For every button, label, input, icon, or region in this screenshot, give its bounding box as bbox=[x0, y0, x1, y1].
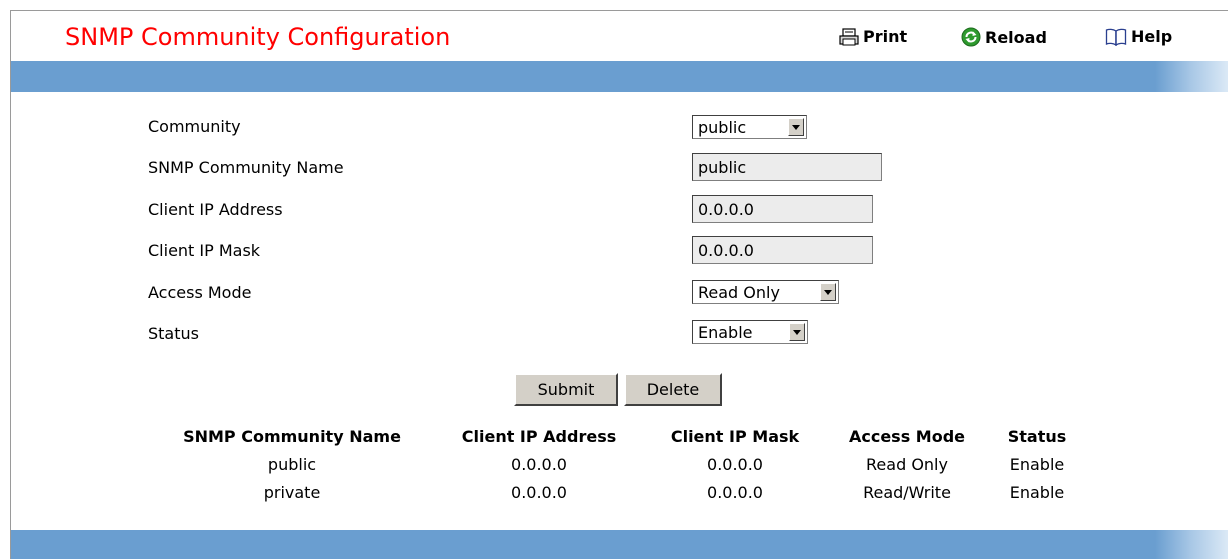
column-header-mask: Client IP Mask bbox=[670, 427, 800, 446]
client-mask-input[interactable] bbox=[692, 236, 873, 264]
status-select-value: Enable bbox=[698, 322, 753, 342]
print-button[interactable]: Print bbox=[839, 27, 907, 46]
access-mode-select-value: Read Only bbox=[698, 282, 780, 302]
status-label: Status bbox=[148, 324, 199, 343]
client-ip-input[interactable] bbox=[692, 195, 873, 223]
cell-ip: 0.0.0.0 bbox=[511, 483, 567, 502]
column-header-access: Access Mode bbox=[848, 427, 966, 446]
chevron-down-icon[interactable] bbox=[820, 283, 836, 301]
print-label: Print bbox=[863, 27, 908, 46]
cell-name: public bbox=[267, 455, 317, 474]
page-title: SNMP Community Configuration bbox=[65, 23, 451, 51]
column-header-ip: Client IP Address bbox=[461, 427, 617, 446]
chevron-down-icon[interactable] bbox=[789, 323, 805, 341]
community-select-value: public bbox=[698, 117, 747, 137]
footer-bar bbox=[11, 530, 1228, 559]
cell-access: Read Only bbox=[866, 455, 948, 474]
access-mode-label: Access Mode bbox=[148, 283, 252, 302]
header-bar bbox=[11, 61, 1228, 92]
access-mode-select[interactable]: Read Only bbox=[692, 280, 839, 304]
reload-button[interactable]: Reload bbox=[961, 27, 1047, 47]
help-label: Help bbox=[1131, 27, 1173, 46]
community-name-input[interactable] bbox=[692, 153, 882, 181]
submit-button[interactable]: Submit bbox=[514, 373, 618, 406]
help-button[interactable]: Help bbox=[1105, 27, 1172, 46]
cell-mask: 0.0.0.0 bbox=[707, 483, 763, 502]
cell-access: Read/Write bbox=[863, 483, 951, 502]
client-mask-label: Client IP Mask bbox=[148, 241, 261, 260]
cell-status: Enable bbox=[1009, 455, 1065, 474]
printer-icon bbox=[839, 27, 859, 45]
cell-status: Enable bbox=[1009, 483, 1065, 502]
column-header-name: SNMP Community Name bbox=[183, 427, 401, 446]
community-label: Community bbox=[148, 117, 241, 136]
cell-ip: 0.0.0.0 bbox=[511, 455, 567, 474]
reload-label: Reload bbox=[985, 27, 1047, 47]
cell-mask: 0.0.0.0 bbox=[707, 455, 763, 474]
status-select[interactable]: Enable bbox=[692, 320, 808, 344]
cell-name: private bbox=[263, 483, 321, 502]
chevron-down-icon[interactable] bbox=[788, 118, 804, 136]
community-select[interactable]: public bbox=[692, 115, 807, 139]
help-book-icon bbox=[1105, 28, 1127, 46]
reload-icon bbox=[961, 27, 981, 47]
delete-button[interactable]: Delete bbox=[624, 373, 722, 406]
community-name-label: SNMP Community Name bbox=[148, 158, 344, 177]
column-header-status: Status bbox=[1007, 427, 1067, 446]
client-ip-label: Client IP Address bbox=[148, 200, 283, 219]
